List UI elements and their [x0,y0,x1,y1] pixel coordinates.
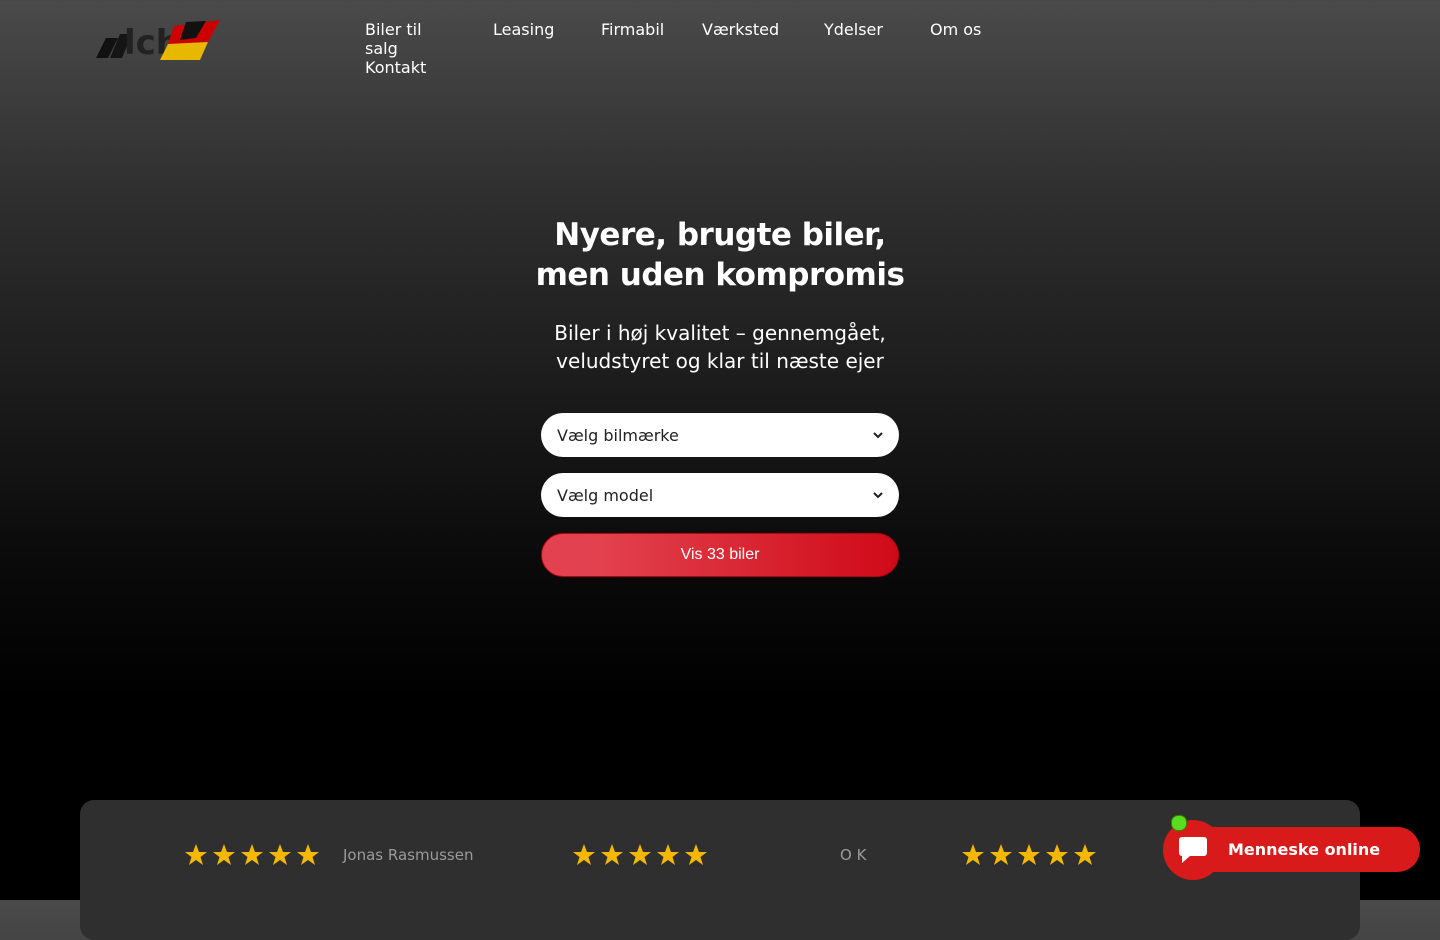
nav-item-biler-til-salg[interactable]: Biler til salg [365,20,453,58]
hero-subtitle: Biler i høj kvalitet – gennemgået, velud… [0,319,1440,375]
nav-item-firmabil[interactable]: Firmabil [601,20,664,58]
main-nav: Biler til salg Leasing Firmabil Værksted… [365,20,1005,77]
review-stars [184,840,320,870]
hero-subtitle-line1: Biler i høj kvalitet – gennemgået, [554,321,886,345]
nav-item-vaerksted[interactable]: Værksted [702,20,784,58]
star-icon [990,844,1012,865]
review-stars [572,840,708,870]
chat-widget[interactable]: Menneske online [1163,815,1420,880]
star-icon [573,844,595,865]
hero-title-line2: men uden kompromis [535,257,905,293]
hero-subtitle-line2: veludstyret og klar til næste ejer [556,349,884,373]
chat-bubble-icon [1179,837,1207,863]
brand-select-value: Vælg bilmærke [557,425,679,445]
brand-select[interactable]: Vælg bilmærke [541,413,899,457]
nav-item-om-os[interactable]: Om os [930,20,990,58]
star-icon [241,844,263,865]
star-rating [961,843,1097,867]
hero-section: Nyere, brugte biler, men uden kompromis … [0,215,1440,375]
reviewer-name: Jonas Rasmussen [343,846,474,864]
star-icon [185,844,207,865]
star-icon [269,844,291,865]
show-cars-button[interactable]: Vis 33 biler [541,533,899,577]
star-icon [297,844,319,865]
reviewer-name: O K [840,846,867,864]
model-select[interactable]: Vælg model [541,473,899,517]
star-icon [629,844,651,865]
star-icon [1074,844,1096,865]
nav-item-kontakt[interactable]: Kontakt [365,58,426,77]
star-icon [685,844,707,865]
review-stars [961,840,1097,870]
star-icon [657,844,679,865]
model-select-value: Vælg model [557,485,654,505]
hero-title: Nyere, brugte biler, men uden kompromis [0,215,1440,295]
nav-item-ydelser[interactable]: Ydelser [824,20,890,58]
hero-title-line1: Nyere, brugte biler, [554,217,886,253]
star-rating [572,843,708,867]
brand-logo[interactable]: lch [96,18,222,63]
chat-label: Menneske online [1228,840,1381,859]
chevron-down-icon [873,492,883,499]
chevron-down-icon [873,432,883,439]
star-rating [184,843,320,867]
star-icon [1046,844,1068,865]
star-icon [1018,844,1040,865]
star-icon [213,844,235,865]
nav-item-leasing[interactable]: Leasing [493,20,561,58]
star-icon [962,844,984,865]
online-status-dot [1171,815,1187,831]
star-icon [601,844,623,865]
